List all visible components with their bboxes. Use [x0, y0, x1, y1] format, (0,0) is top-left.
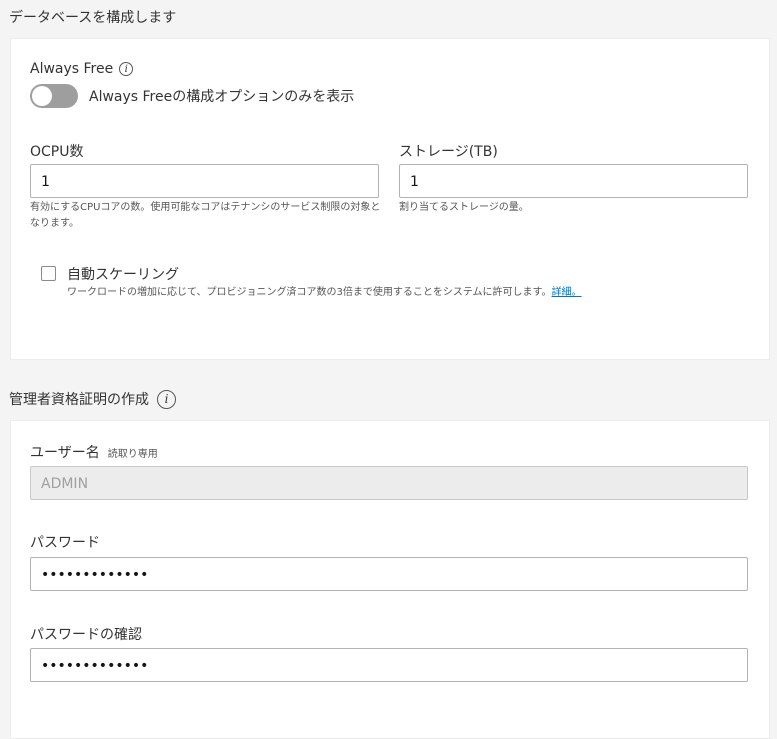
always-free-toggle[interactable]	[30, 84, 78, 108]
password-input[interactable]: •••••••••••••	[30, 557, 748, 591]
password-label: パスワード	[30, 535, 100, 551]
info-icon[interactable]: i	[119, 62, 134, 76]
password-confirm-input[interactable]: •••••••••••••	[30, 648, 748, 682]
always-free-label: Always Free	[30, 61, 114, 77]
storage-label: ストレージ(TB)	[399, 144, 498, 160]
readonly-tag: 読取り専用	[107, 449, 158, 460]
configure-db-panel: Always Free i Always Freeの構成オプションのみを表示 O…	[10, 38, 770, 360]
section-title-admin-credentials: 管理者資格証明の作成 i	[9, 389, 176, 409]
always-free-label-row: Always Free i	[30, 61, 134, 77]
info-icon[interactable]: i	[157, 389, 176, 409]
autoscaling-help-text: ワークロードの増加に応じて、プロビジョニング済コア数の3倍まで使用することをシス…	[67, 287, 552, 298]
always-free-toggle-label: Always Freeの構成オプションのみを表示	[89, 89, 355, 105]
ocpu-help: 有効にするCPUコアの数。使用可能なコアはテナンシのサービス制限の対象となります…	[30, 202, 381, 229]
details-link[interactable]: 詳細。	[552, 287, 582, 298]
section-title-configure-db: データベースを構成します	[9, 7, 176, 27]
admin-credentials-panel: ユーザー名 読取り専用 ADMIN パスワード ••••••••••••• パス…	[10, 420, 770, 739]
autoscaling-label: 自動スケーリング	[67, 267, 179, 283]
username-label: ユーザー名	[30, 445, 100, 461]
ocpu-label: OCPU数	[30, 144, 84, 160]
username-label-row: ユーザー名 読取り専用	[30, 442, 158, 462]
section-title-text: 管理者資格証明の作成	[9, 392, 149, 408]
toggle-knob	[32, 86, 52, 106]
ocpu-input[interactable]: 1	[30, 164, 379, 198]
username-input: ADMIN	[30, 466, 748, 500]
storage-help: 割り当てるストレージの量。	[399, 202, 529, 213]
storage-input[interactable]: 1	[399, 164, 748, 198]
section-title-text: データベースを構成します	[9, 10, 177, 26]
autoscaling-checkbox[interactable]	[41, 266, 56, 281]
autoscaling-help: ワークロードの増加に応じて、プロビジョニング済コア数の3倍まで使用することをシス…	[67, 285, 582, 301]
password-confirm-label: パスワードの確認	[30, 627, 142, 643]
